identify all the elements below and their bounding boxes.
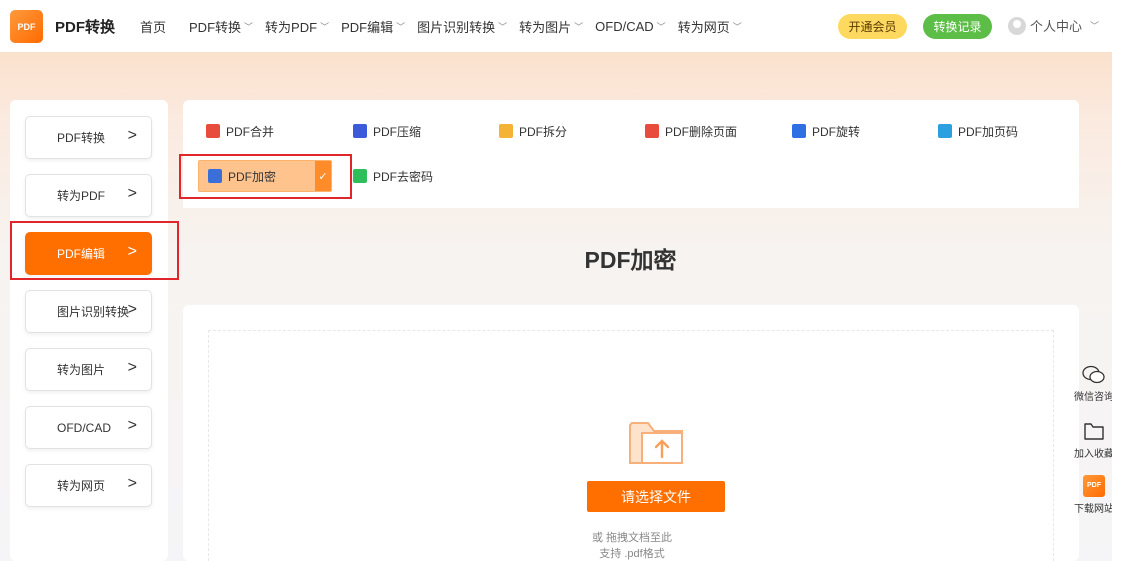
chevron-down-icon: ﹀: [732, 22, 742, 32]
tool-label: PDF去密码: [373, 169, 434, 184]
nav-to-web[interactable]: 转为网页 ﹀: [678, 17, 742, 36]
nav-home[interactable]: 首页: [140, 17, 166, 36]
chevron-right-icon: >: [127, 417, 137, 434]
chevron-down-icon: ﹀: [396, 22, 406, 32]
user-center[interactable]: 个人中心 ﹀: [1008, 16, 1099, 35]
logo-text: PDF: [17, 21, 36, 32]
chevron-down-icon: ﹀: [1090, 21, 1100, 31]
drag-hint: 或 拖拽文档至此: [591, 532, 673, 544]
sidebar-item-label: 转为网页: [57, 479, 106, 493]
nav-label: 转为PDF: [265, 20, 318, 35]
page-number-icon: [938, 124, 952, 138]
brand-title: PDF转换: [55, 19, 116, 36]
format-hint: 支持 .pdf格式: [599, 548, 665, 560]
tool-pdf-remove-password[interactable]: PDF去密码: [353, 166, 433, 186]
chevron-down-icon: ﹀: [656, 22, 666, 32]
user-center-label: 个人中心: [1030, 19, 1083, 34]
choose-file-button[interactable]: 请选择文件: [587, 481, 725, 512]
tool-label: PDF旋转: [812, 124, 861, 139]
nav-to-pdf[interactable]: 转为PDF ﹀: [265, 17, 329, 36]
sidebar-item-label: 转为PDF: [57, 189, 106, 203]
tool-pdf-merge[interactable]: PDF合并: [206, 121, 274, 141]
tool-pdf-split[interactable]: PDF拆分: [499, 121, 567, 141]
tool-label: PDF加页码: [958, 124, 1019, 139]
main-nav: 首页 PDF转换 ﹀ 转为PDF ﹀ PDF编辑 ﹀ 图片识别转换 ﹀ 转为图片 ﹀ OF…: [140, 17, 754, 36]
chevron-right-icon: >: [127, 475, 137, 492]
pdf-logo-icon: PDF: [1083, 475, 1105, 497]
sidebar-item-pdf-convert[interactable]: PDF转换 >: [25, 116, 152, 159]
upload-card: 请选择文件 或 拖拽文档至此 支持 .pdf格式: [183, 305, 1079, 561]
chevron-right-icon: >: [127, 185, 137, 202]
sidebar: PDF转换 > 转为PDF > PDF编辑 > 图片识别转换 > 转为图片 > …: [10, 100, 168, 561]
highlight-box-tool: [179, 154, 352, 199]
sidebar-item-to-image[interactable]: 转为图片 >: [25, 348, 152, 391]
compress-icon: [353, 124, 367, 138]
split-icon: [499, 124, 513, 138]
chevron-down-icon: ﹀: [498, 22, 508, 32]
tool-label: PDF拆分: [519, 124, 568, 139]
folder-upload-icon: [629, 422, 683, 464]
add-favorite[interactable]: 加入收藏: [1072, 420, 1116, 460]
sidebar-item-label: 转为图片: [57, 363, 106, 377]
chat-icon: [1082, 365, 1105, 384]
top-header: PDF PDF转换 首页 PDF转换 ﹀ 转为PDF ﹀ PDF编辑 ﹀ 图片识别转换…: [0, 0, 1112, 52]
nav-ofd-cad[interactable]: OFD/CAD ﹀: [595, 17, 666, 36]
tool-label: PDF合并: [226, 124, 275, 139]
folder-icon: [1084, 423, 1104, 440]
chevron-down-icon: ﹀: [320, 22, 330, 32]
sidebar-item-label: PDF转换: [57, 131, 106, 145]
nav-label: PDF编辑: [341, 20, 394, 35]
tool-pdf-delete-page[interactable]: PDF删除页面: [645, 121, 737, 141]
avatar: [1008, 16, 1026, 35]
wechat-consult[interactable]: 微信咨询: [1072, 365, 1116, 403]
download-site[interactable]: PDF 下载网站: [1072, 475, 1116, 515]
sidebar-item-image-ocr[interactable]: 图片识别转换 >: [25, 290, 152, 333]
merge-icon: [206, 124, 220, 138]
nav-label: 首页: [140, 20, 167, 35]
tool-pdf-rotate[interactable]: PDF旋转: [792, 121, 860, 141]
delete-page-icon: [645, 124, 659, 138]
page-title: PDF加密: [584, 247, 677, 273]
tool-label: PDF压缩: [373, 124, 422, 139]
nav-label: 转为网页: [677, 20, 730, 35]
sidebar-item-label: OFD/CAD: [57, 420, 111, 435]
nav-label: PDF转换: [189, 20, 242, 35]
tool-label: PDF删除页面: [665, 124, 738, 139]
tool-pdf-compress[interactable]: PDF压缩: [353, 121, 421, 141]
sidebar-item-ofd-cad[interactable]: OFD/CAD >: [25, 406, 152, 449]
nav-label: 转为图片: [519, 20, 572, 35]
logo[interactable]: PDF: [10, 10, 43, 43]
nav-label: OFD/CAD: [595, 19, 654, 34]
sidebar-item-label: 图片识别转换: [57, 305, 130, 319]
nav-to-image[interactable]: 转为图片 ﹀: [519, 17, 583, 36]
add-favorite-label: 加入收藏: [1074, 449, 1114, 460]
wechat-consult-label: 微信咨询: [1074, 392, 1114, 403]
download-site-label: 下载网站: [1074, 504, 1114, 515]
upload-dropzone[interactable]: 请选择文件 或 拖拽文档至此 支持 .pdf格式: [208, 330, 1054, 561]
nav-pdf-convert[interactable]: PDF转换 ﹀: [189, 17, 253, 36]
nav-image-ocr[interactable]: 图片识别转换 ﹀: [417, 17, 507, 36]
sidebar-item-to-pdf[interactable]: 转为PDF >: [25, 174, 152, 217]
unlock-icon: [353, 169, 367, 183]
sidebar-item-to-web[interactable]: 转为网页 >: [25, 464, 152, 507]
nav-label: 图片识别转换: [417, 20, 496, 35]
vip-button[interactable]: 开通会员: [838, 14, 907, 39]
right-edge: [1112, 0, 1121, 561]
chevron-down-icon: ﹀: [244, 22, 254, 32]
chevron-down-icon: ﹀: [574, 22, 584, 32]
tool-pdf-page-number[interactable]: PDF加页码: [938, 121, 1018, 141]
chevron-right-icon: >: [127, 127, 137, 144]
conversion-record-button[interactable]: 转换记录: [923, 14, 992, 39]
chevron-right-icon: >: [127, 301, 137, 318]
nav-pdf-edit[interactable]: PDF编辑 ﹀: [341, 17, 405, 36]
chevron-right-icon: >: [127, 359, 137, 376]
rotate-icon: [792, 124, 806, 138]
